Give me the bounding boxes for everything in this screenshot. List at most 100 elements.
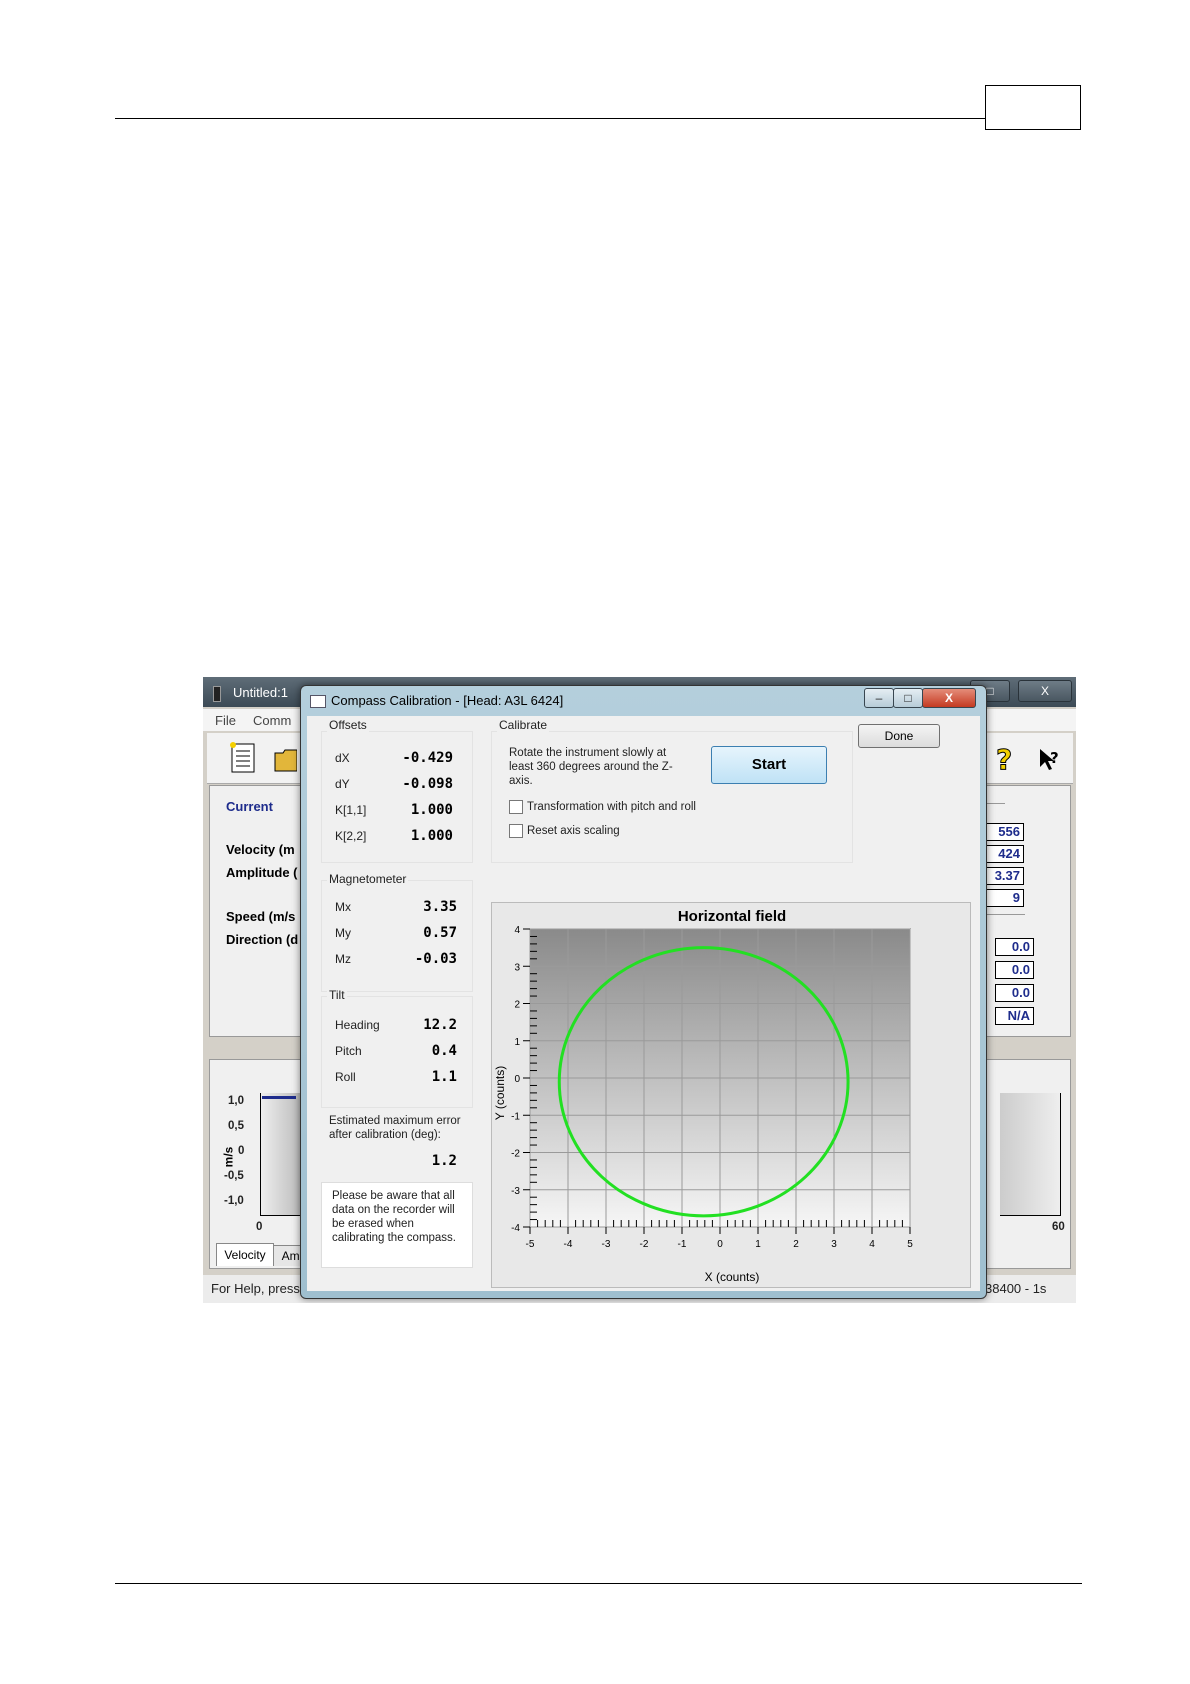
offset-dx-label: dX bbox=[335, 751, 350, 765]
offset-k11-value: 1.000 bbox=[410, 802, 453, 818]
lower-xtick-left: 0 bbox=[256, 1221, 263, 1233]
lower-ytick-3: 0 bbox=[238, 1145, 245, 1157]
y-tick-label: -4 bbox=[511, 1223, 520, 1234]
x-tick-label: -3 bbox=[602, 1239, 611, 1250]
page-header-rule bbox=[115, 118, 985, 119]
offset-k22-value: 1.000 bbox=[410, 828, 453, 844]
status-baud-text: 38400 - 1s bbox=[985, 1281, 1047, 1296]
mx-label: Mx bbox=[335, 900, 351, 914]
menu-file[interactable]: File bbox=[215, 713, 236, 728]
lower-series-line bbox=[262, 1096, 296, 1099]
value-box-8: N/A bbox=[995, 1007, 1034, 1025]
lower-plot-right bbox=[1000, 1093, 1061, 1216]
calibrate-instructions: Rotate the instrument slowly at least 36… bbox=[509, 747, 673, 787]
value-box-3: 3.37 bbox=[985, 867, 1024, 885]
offset-dy-value: -0.098 bbox=[402, 776, 453, 792]
error-value: 1.2 bbox=[431, 1153, 457, 1169]
value-box-1: 556 bbox=[985, 823, 1024, 841]
lower-ytick-1: 1,0 bbox=[228, 1095, 244, 1107]
y-tick-label: 1 bbox=[514, 1037, 520, 1048]
offset-k11-label: K[1,1] bbox=[335, 803, 367, 817]
app-icon bbox=[213, 686, 221, 702]
mz-label: Mz bbox=[335, 952, 351, 966]
dialog-title: Compass Calibration - [Head: A3L 6424] bbox=[331, 693, 564, 708]
y-tick-label: 2 bbox=[514, 1000, 520, 1011]
warning-box: Please be aware that all data on the rec… bbox=[321, 1182, 473, 1268]
horizontal-field-svg: Horizontal field -5 -4 -3 -2 -1 0 1 2 3 4 5 4 3 2 1 0 -1… bbox=[493, 908, 913, 1284]
y-tick-label: -2 bbox=[511, 1149, 520, 1160]
main-window-title: Untitled:1 bbox=[233, 685, 288, 700]
pitch-roll-checkbox[interactable] bbox=[509, 800, 523, 814]
roll-label: Roll bbox=[335, 1070, 356, 1084]
help-icon[interactable]: ? bbox=[992, 741, 1018, 776]
y-axis-label: Y (counts) bbox=[493, 1066, 507, 1120]
x-tick-label: 5 bbox=[907, 1239, 913, 1250]
lower-ylabel: m/s bbox=[221, 1146, 236, 1168]
svg-text:?: ? bbox=[996, 743, 1012, 775]
dialog-body: Offsets dX -0.429 dY -0.098 K[1,1] 1.000… bbox=[307, 716, 980, 1291]
value-box-6: 0.0 bbox=[995, 961, 1034, 979]
offset-dy-label: dY bbox=[335, 777, 350, 791]
value-box-4: 9 bbox=[985, 889, 1024, 907]
y-tick-label: 4 bbox=[514, 925, 520, 936]
dialog-window-icon bbox=[310, 695, 326, 708]
my-value: 0.57 bbox=[423, 925, 457, 941]
x-tick-label: 1 bbox=[755, 1239, 761, 1250]
calibrate-title: Calibrate bbox=[497, 718, 550, 732]
y-tick-label: -3 bbox=[511, 1186, 520, 1197]
lower-ytick-2: 0,5 bbox=[228, 1120, 244, 1132]
offset-dx-value: -0.429 bbox=[402, 750, 453, 766]
y-tick-label: 0 bbox=[514, 1074, 520, 1085]
x-tick-label: -4 bbox=[564, 1239, 573, 1250]
heading-value: 12.2 bbox=[423, 1017, 457, 1033]
lower-xtick-right: 60 bbox=[1052, 1221, 1065, 1233]
reset-scaling-label: Reset axis scaling bbox=[527, 825, 620, 837]
value-box-5: 0.0 bbox=[995, 938, 1034, 956]
x-tick-label: 0 bbox=[717, 1239, 723, 1250]
panel-divider-2 bbox=[985, 914, 1025, 915]
dialog-minimize-button[interactable]: – bbox=[864, 688, 894, 708]
lower-ytick-4: -0,5 bbox=[224, 1170, 244, 1182]
tab-velocity[interactable]: Velocity bbox=[216, 1243, 274, 1266]
mx-value: 3.35 bbox=[423, 899, 457, 915]
lower-ytick-5: -1,0 bbox=[224, 1195, 244, 1207]
dialog-maximize-button[interactable]: □ bbox=[893, 688, 923, 708]
magnetometer-title: Magnetometer bbox=[327, 872, 409, 886]
reset-scaling-checkbox[interactable] bbox=[509, 824, 523, 838]
horizontal-field-chart: Horizontal field -5 -4 -3 -2 -1 0 1 2 3 4 5 4 3 2 1 0 -1… bbox=[491, 902, 971, 1288]
menu-communication[interactable]: Comm bbox=[253, 713, 291, 728]
offsets-title: Offsets bbox=[327, 718, 369, 732]
roll-value: 1.1 bbox=[431, 1069, 457, 1085]
context-help-icon[interactable]: ? bbox=[1037, 741, 1063, 775]
mz-value: -0.03 bbox=[414, 951, 457, 967]
y-tick-label: -1 bbox=[511, 1111, 520, 1122]
pitch-roll-label: Transformation with pitch and roll bbox=[527, 801, 696, 813]
status-help-text: For Help, press bbox=[211, 1281, 300, 1296]
speed-label: Speed (m/s bbox=[226, 909, 296, 924]
x-tick-label: 3 bbox=[831, 1239, 837, 1250]
x-tick-label: -2 bbox=[640, 1239, 649, 1250]
direction-label: Direction (d bbox=[226, 932, 299, 947]
done-button[interactable]: Done bbox=[858, 724, 940, 748]
chart-title: Horizontal field bbox=[678, 908, 786, 925]
heading-label: Heading bbox=[335, 1018, 380, 1032]
main-close-button[interactable]: X bbox=[1018, 680, 1072, 702]
value-box-2: 424 bbox=[985, 845, 1024, 863]
x-tick-label: 4 bbox=[869, 1239, 875, 1250]
lower-plot-left bbox=[260, 1093, 301, 1216]
y-tick-label: 3 bbox=[514, 962, 520, 973]
page-footer-rule bbox=[115, 1583, 1082, 1584]
x-tick-label: -5 bbox=[526, 1239, 535, 1250]
dialog-close-button[interactable]: X bbox=[922, 688, 976, 708]
current-label: Current bbox=[226, 799, 273, 814]
open-folder-icon[interactable] bbox=[273, 741, 297, 775]
value-box-7: 0.0 bbox=[995, 984, 1034, 1002]
my-label: My bbox=[335, 926, 351, 940]
page-number-box bbox=[985, 85, 1081, 130]
x-tick-label: -1 bbox=[678, 1239, 687, 1250]
offset-k22-label: K[2,2] bbox=[335, 829, 367, 843]
start-button[interactable]: Start bbox=[711, 746, 827, 784]
new-document-icon[interactable] bbox=[227, 741, 259, 775]
velocity-label: Velocity (m bbox=[226, 842, 295, 857]
error-label: Estimated maximum error after calibratio… bbox=[329, 1115, 461, 1141]
